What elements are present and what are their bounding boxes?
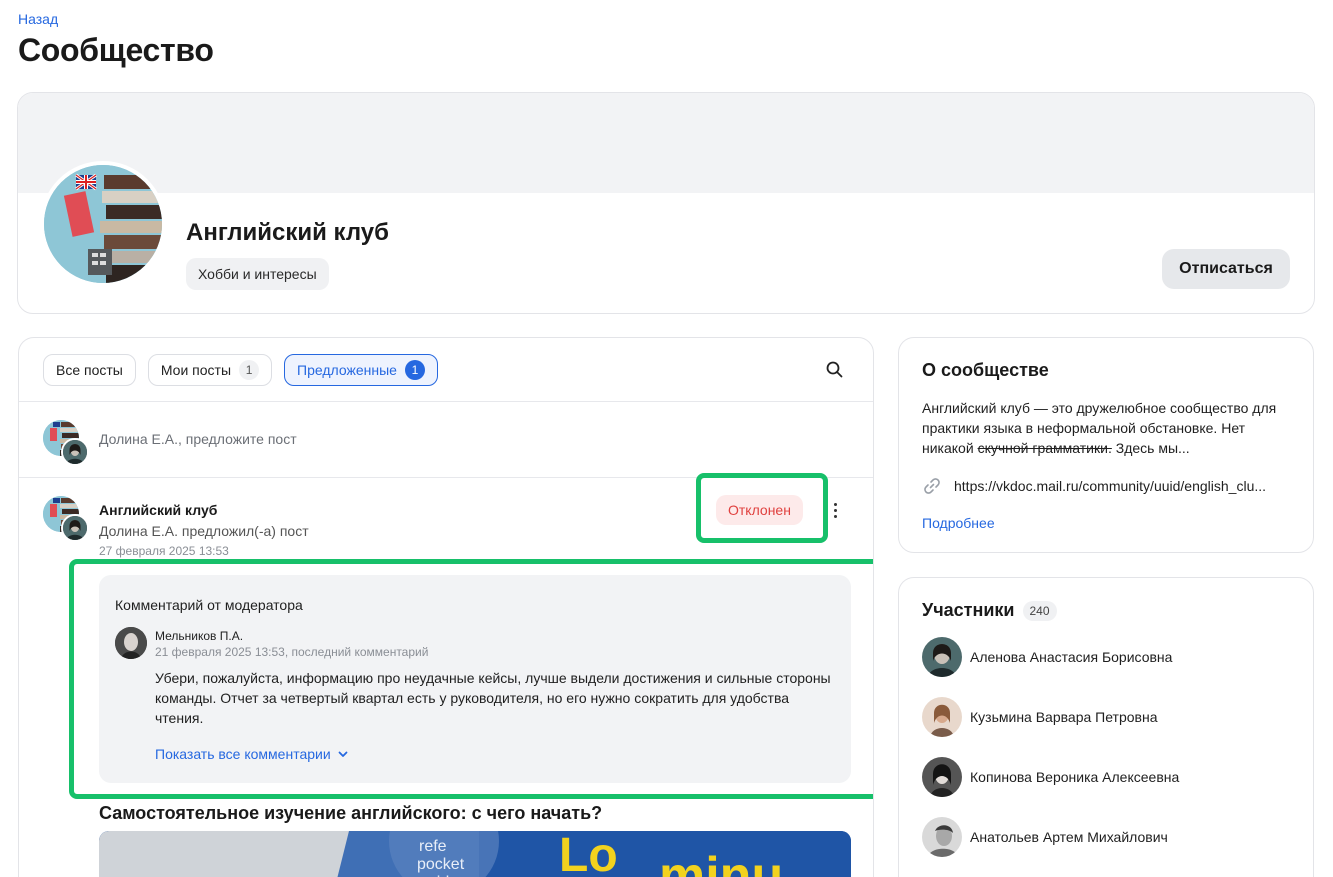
avatar	[922, 817, 962, 857]
member-item[interactable]: Кузьмина Варвара Петровна	[922, 697, 1157, 737]
link-text: https://vkdoc.mail.ru/community/uuid/eng…	[954, 478, 1267, 494]
link-icon	[924, 478, 940, 494]
member-name: Анатольев Артем Михайлович	[970, 829, 1168, 845]
community-avatar	[40, 161, 166, 287]
member-name: Копинова Вероника Алексеевна	[970, 769, 1180, 785]
about-title: О сообществе	[922, 360, 1049, 380]
community-link[interactable]: https://vkdoc.mail.ru/community/uuid/eng…	[922, 476, 1266, 496]
post-author[interactable]: Английский клуб	[99, 502, 217, 518]
avatar	[922, 637, 962, 677]
category-chip[interactable]: Хобби и интересы	[186, 258, 329, 290]
members-card: Участники 240 Аленова Анастасия Борисовн…	[898, 577, 1314, 877]
svg-text:minu: minu	[659, 847, 783, 877]
member-item[interactable]: Копинова Вероника Алексеевна	[922, 757, 1179, 797]
suggest-post-prompt[interactable]: Долина Е.А., предложите пост	[99, 431, 297, 447]
member-name: Аленова Анастасия Борисовна	[970, 649, 1173, 665]
back-link[interactable]: Назад	[18, 11, 58, 27]
tab-my-posts[interactable]: Мои посты 1	[147, 354, 273, 386]
post-date: 27 февраля 2025 13:53	[99, 544, 229, 558]
post-title[interactable]: Самостоятельное изучение английского: с …	[99, 803, 602, 824]
tab-count-badge: 1	[239, 360, 260, 380]
cover-image	[18, 93, 1314, 193]
community-name: Английский клуб	[186, 219, 389, 246]
svg-text:Lo: Lo	[559, 831, 618, 877]
svg-text:pocket: pocket	[417, 856, 465, 873]
tab-label: Все посты	[56, 362, 123, 378]
members-count-badge: 240	[1022, 600, 1057, 621]
post-image[interactable]: refe pocket guide Lo minu	[99, 831, 851, 877]
tab-label: Предложенные	[297, 362, 397, 378]
user-avatar-small	[61, 514, 89, 542]
post-avatar	[43, 496, 89, 542]
community-header-card: Английский клуб Хобби и интересы Отписат…	[17, 92, 1315, 314]
tab-count-badge: 1	[404, 360, 425, 380]
members-title[interactable]: Участники 240	[922, 600, 1057, 621]
avatar	[922, 757, 962, 797]
user-avatar-small	[61, 438, 89, 466]
about-card: О сообществе Английский клуб — это друже…	[898, 337, 1314, 553]
feed-card: Все посты Мои посты 1 Предложенные 1 Дол…	[18, 337, 874, 877]
highlight-frame	[69, 559, 873, 799]
feed-tabs: Все посты Мои посты 1 Предложенные 1	[43, 354, 438, 386]
tab-suggested[interactable]: Предложенные 1	[284, 354, 438, 386]
page-title: Сообщество	[18, 32, 214, 68]
tab-all-posts[interactable]: Все посты	[43, 354, 136, 386]
member-name: Кузьмина Варвара Петровна	[970, 709, 1158, 725]
svg-text:refe: refe	[419, 838, 447, 855]
page: Назад Сообщество Английский клуб Хобби и…	[0, 0, 1333, 877]
tab-label: Мои посты	[160, 362, 232, 378]
divider	[19, 401, 873, 402]
unsubscribe-button[interactable]: Отписаться	[1162, 249, 1290, 289]
member-item[interactable]: Аленова Анастасия Борисовна	[922, 637, 1172, 677]
more-options-icon[interactable]	[827, 498, 843, 522]
avatar	[922, 697, 962, 737]
post-subtitle: Долина Е.А. предложил(-а) пост	[99, 523, 309, 539]
member-item[interactable]: Анатольев Артем Михайлович	[922, 817, 1168, 857]
more-details-link[interactable]: Подробнее	[922, 515, 995, 531]
search-icon[interactable]	[825, 360, 845, 380]
suggest-avatar	[43, 420, 89, 466]
highlight-frame	[696, 473, 828, 543]
about-text: Английский клуб — это дружелюбное сообще…	[922, 400, 1277, 456]
